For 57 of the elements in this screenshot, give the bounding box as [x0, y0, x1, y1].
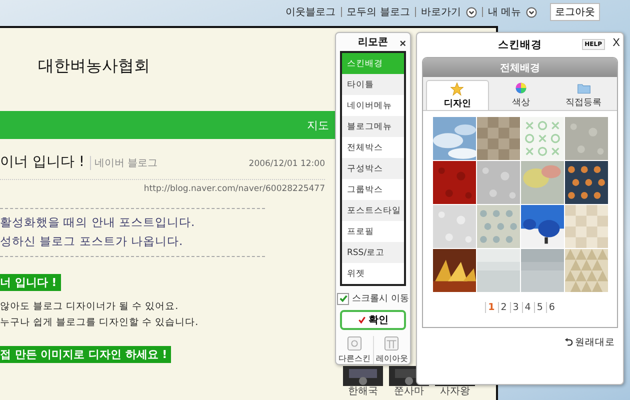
color-wheel-icon	[514, 81, 528, 95]
tool-button[interactable]: 다른스킨	[336, 336, 372, 364]
post-date: 2006/12/01 12:00	[248, 159, 325, 169]
undo-icon	[564, 338, 573, 347]
page-link[interactable]: 6	[546, 302, 555, 313]
thumbnail-caption[interactable]: 한해국	[348, 386, 378, 398]
page-link[interactable]: 5	[534, 302, 543, 313]
folder-icon	[576, 81, 591, 95]
dropdown-icon[interactable]	[466, 6, 477, 18]
panel-title: 스킨배경	[498, 38, 542, 52]
close-button[interactable]: ×	[400, 38, 406, 50]
tab[interactable]: 색상	[490, 80, 552, 110]
page-link[interactable]: 1	[485, 302, 495, 313]
checkmark-icon	[358, 316, 366, 324]
page-link[interactable]: 3	[510, 302, 519, 313]
confirm-button[interactable]: 확인	[340, 310, 406, 330]
section-heading: 너 입니다 !	[0, 274, 61, 291]
menu-item[interactable]: 구성박스	[342, 158, 404, 179]
menu-item[interactable]: RSS/로고	[342, 242, 404, 263]
menu-item[interactable]: 타이틀	[342, 74, 404, 95]
dropdown-icon[interactable]	[526, 6, 537, 18]
nav-link[interactable]: 내 메뉴	[488, 5, 521, 19]
nav-link[interactable]: 모두의 블로그	[346, 5, 410, 19]
post-text: 않아도 블로그 디자이너가 될 수 있어요.	[0, 300, 180, 313]
tool-button[interactable]: 레이아웃	[372, 336, 410, 364]
logout-button[interactable]: 로그아웃	[550, 3, 600, 21]
menu-item[interactable]: 전체박스	[342, 137, 404, 158]
blog-title: 대한벼농사협회	[37, 55, 151, 77]
panel-title: 리모콘	[358, 36, 388, 49]
thumbnail-caption[interactable]: 쭌사마	[394, 386, 424, 398]
section-header: 전체배경	[423, 58, 617, 77]
tab[interactable]: 직접등록	[553, 80, 614, 110]
section-heading: 접 만든 이미지로 디자인 하세요 !	[0, 346, 172, 363]
checkbox-label: 스크롤시 이동	[352, 293, 409, 305]
checkbox[interactable]	[337, 292, 350, 304]
menu-item[interactable]: 그룹박스	[342, 179, 404, 200]
layout-icon	[384, 336, 400, 351]
menu-item[interactable]: 프로필	[342, 221, 404, 242]
nav-link[interactable]: 이웃블로그	[286, 5, 336, 19]
menu-item[interactable]: 포스트스타일	[342, 200, 404, 221]
thumbnail-caption[interactable]: 사자왕	[440, 386, 470, 398]
page-link[interactable]: 4	[522, 302, 531, 313]
menu-item[interactable]: 블로그메뉴	[342, 116, 404, 137]
tab[interactable]: 디자인	[426, 80, 489, 110]
post-text: 누구나 쉽게 블로그를 디자인할 수 있습니다.	[0, 316, 200, 329]
post-text: 활성화했을 때의 안내 포스트입니다.	[0, 215, 196, 230]
star-icon	[450, 82, 464, 96]
close-button[interactable]: X	[612, 37, 620, 49]
menu-item[interactable]: 위젯	[342, 263, 404, 284]
post-url[interactable]: http://blog.naver.com/naver/60028225477	[0, 179, 325, 194]
nav-link[interactable]: 바로가기	[420, 5, 461, 19]
post-title: 이너 입니다 !	[0, 153, 85, 171]
menu-item[interactable]: 네이버메뉴	[342, 95, 404, 116]
reset-button[interactable]: 원래대로	[564, 336, 615, 349]
page-link[interactable]: 2	[498, 302, 507, 313]
post-text: 성하신 블로그 포스트가 나옵니다.	[0, 234, 184, 249]
post-category: 네이버 블로그	[90, 156, 158, 170]
